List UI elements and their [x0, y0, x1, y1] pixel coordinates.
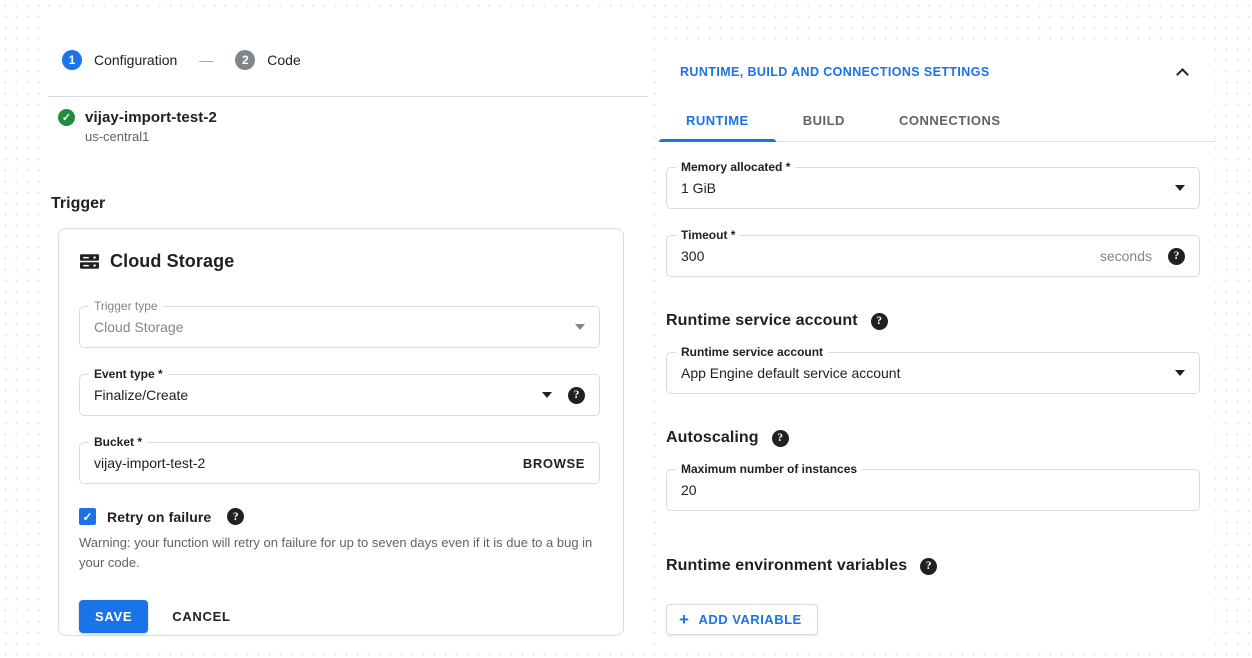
- tab-runtime[interactable]: RUNTIME: [659, 103, 776, 141]
- step-2-label[interactable]: Code: [267, 52, 300, 68]
- plus-icon: +: [679, 613, 689, 626]
- save-button[interactable]: SAVE: [79, 600, 148, 633]
- step-1-label[interactable]: Configuration: [94, 52, 177, 68]
- cancel-button[interactable]: CANCEL: [172, 609, 230, 624]
- bucket-label: Bucket *: [89, 435, 147, 449]
- retry-warning-text: Warning: your function will retry on fai…: [79, 533, 600, 573]
- trigger-type-label: Trigger type: [89, 299, 163, 313]
- runtime-service-account-select[interactable]: Runtime service account App Engine defau…: [666, 352, 1200, 394]
- step-1-indicator[interactable]: 1: [62, 50, 82, 70]
- trigger-card-header: Cloud Storage: [79, 251, 600, 272]
- max-instances-label: Maximum number of instances: [676, 462, 862, 476]
- dropdown-arrow-icon[interactable]: [542, 392, 552, 398]
- env-variables-help-icon[interactable]: ?: [920, 558, 937, 575]
- autoscaling-heading: Autoscaling ?: [666, 429, 1215, 447]
- runtime-settings-panel: RUNTIME, BUILD AND CONNECTIONS SETTINGS …: [658, 48, 1215, 648]
- trigger-card-actions: SAVE CANCEL: [79, 600, 600, 633]
- trigger-type-value: Cloud Storage: [94, 319, 563, 335]
- tab-connections[interactable]: CONNECTIONS: [872, 103, 1028, 141]
- add-variable-button[interactable]: + ADD VARIABLE: [666, 604, 818, 635]
- timeout-field[interactable]: Timeout * seconds ?: [666, 235, 1200, 277]
- retry-label: Retry on failure: [107, 509, 211, 525]
- timeout-label: Timeout *: [676, 228, 740, 242]
- function-name: vijay-import-test-2: [85, 109, 217, 126]
- browse-button[interactable]: BROWSE: [523, 456, 585, 471]
- runtime-service-account-heading: Runtime service account ?: [666, 312, 1215, 330]
- bucket-field[interactable]: Bucket * BROWSE: [79, 442, 600, 484]
- settings-header-row: RUNTIME, BUILD AND CONNECTIONS SETTINGS: [658, 48, 1215, 79]
- trigger-type-select: Trigger type Cloud Storage: [79, 306, 600, 348]
- autoscaling-help-icon[interactable]: ?: [772, 430, 789, 447]
- runtime-service-account-heading-text: Runtime service account: [666, 312, 858, 330]
- runtime-service-account-value: App Engine default service account: [681, 365, 1163, 381]
- retry-help-icon[interactable]: ?: [227, 508, 244, 525]
- timeout-help-icon[interactable]: ?: [1168, 248, 1185, 265]
- settings-tabs: RUNTIME BUILD CONNECTIONS: [658, 103, 1215, 142]
- function-title-row: ✓ vijay-import-test-2: [58, 109, 648, 126]
- trigger-section-heading: Trigger: [51, 195, 648, 213]
- function-region: us-central1: [85, 129, 648, 144]
- env-variables-heading-text: Runtime environment variables: [666, 557, 907, 575]
- timeout-unit: seconds: [1100, 248, 1152, 264]
- trigger-card-title: Cloud Storage: [110, 251, 234, 272]
- step-separator: —: [199, 52, 213, 68]
- event-type-value: Finalize/Create: [94, 387, 530, 403]
- env-variables-heading: Runtime environment variables ?: [666, 557, 1215, 575]
- event-type-label: Event type *: [89, 367, 168, 381]
- settings-section-toggle[interactable]: RUNTIME, BUILD AND CONNECTIONS SETTINGS: [680, 65, 990, 79]
- stepper-divider: [48, 96, 648, 97]
- success-check-icon: ✓: [58, 109, 75, 126]
- dropdown-arrow-icon[interactable]: [1175, 370, 1185, 376]
- max-instances-input[interactable]: [681, 482, 1185, 498]
- cloud-storage-icon: [79, 251, 100, 272]
- trigger-card: Cloud Storage Trigger type Cloud Storage…: [58, 228, 624, 636]
- service-account-help-icon[interactable]: ?: [871, 313, 888, 330]
- retry-on-failure-row: ✓ Retry on failure ?: [79, 508, 600, 525]
- dropdown-arrow-icon: [575, 324, 585, 330]
- max-instances-field[interactable]: Maximum number of instances: [666, 469, 1200, 511]
- tab-build[interactable]: BUILD: [776, 103, 872, 141]
- memory-allocated-label: Memory allocated *: [676, 160, 795, 174]
- autoscaling-heading-text: Autoscaling: [666, 429, 759, 447]
- memory-allocated-value: 1 GiB: [681, 180, 1163, 196]
- retry-checkbox[interactable]: ✓: [79, 508, 96, 525]
- timeout-input[interactable]: [681, 248, 1088, 264]
- memory-allocated-select[interactable]: Memory allocated * 1 GiB: [666, 167, 1200, 209]
- function-config-panel: 1 Configuration — 2 Code ✓ vijay-import-…: [48, 10, 648, 651]
- collapse-chevron-up-icon[interactable]: [1176, 68, 1189, 81]
- bucket-input[interactable]: [94, 455, 511, 471]
- add-variable-label: ADD VARIABLE: [698, 612, 801, 627]
- dropdown-arrow-icon[interactable]: [1175, 185, 1185, 191]
- stepper: 1 Configuration — 2 Code: [62, 50, 648, 70]
- event-type-help-icon[interactable]: ?: [568, 387, 585, 404]
- runtime-service-account-label: Runtime service account: [676, 345, 828, 359]
- event-type-select[interactable]: Event type * Finalize/Create ?: [79, 374, 600, 416]
- step-2-indicator[interactable]: 2: [235, 50, 255, 70]
